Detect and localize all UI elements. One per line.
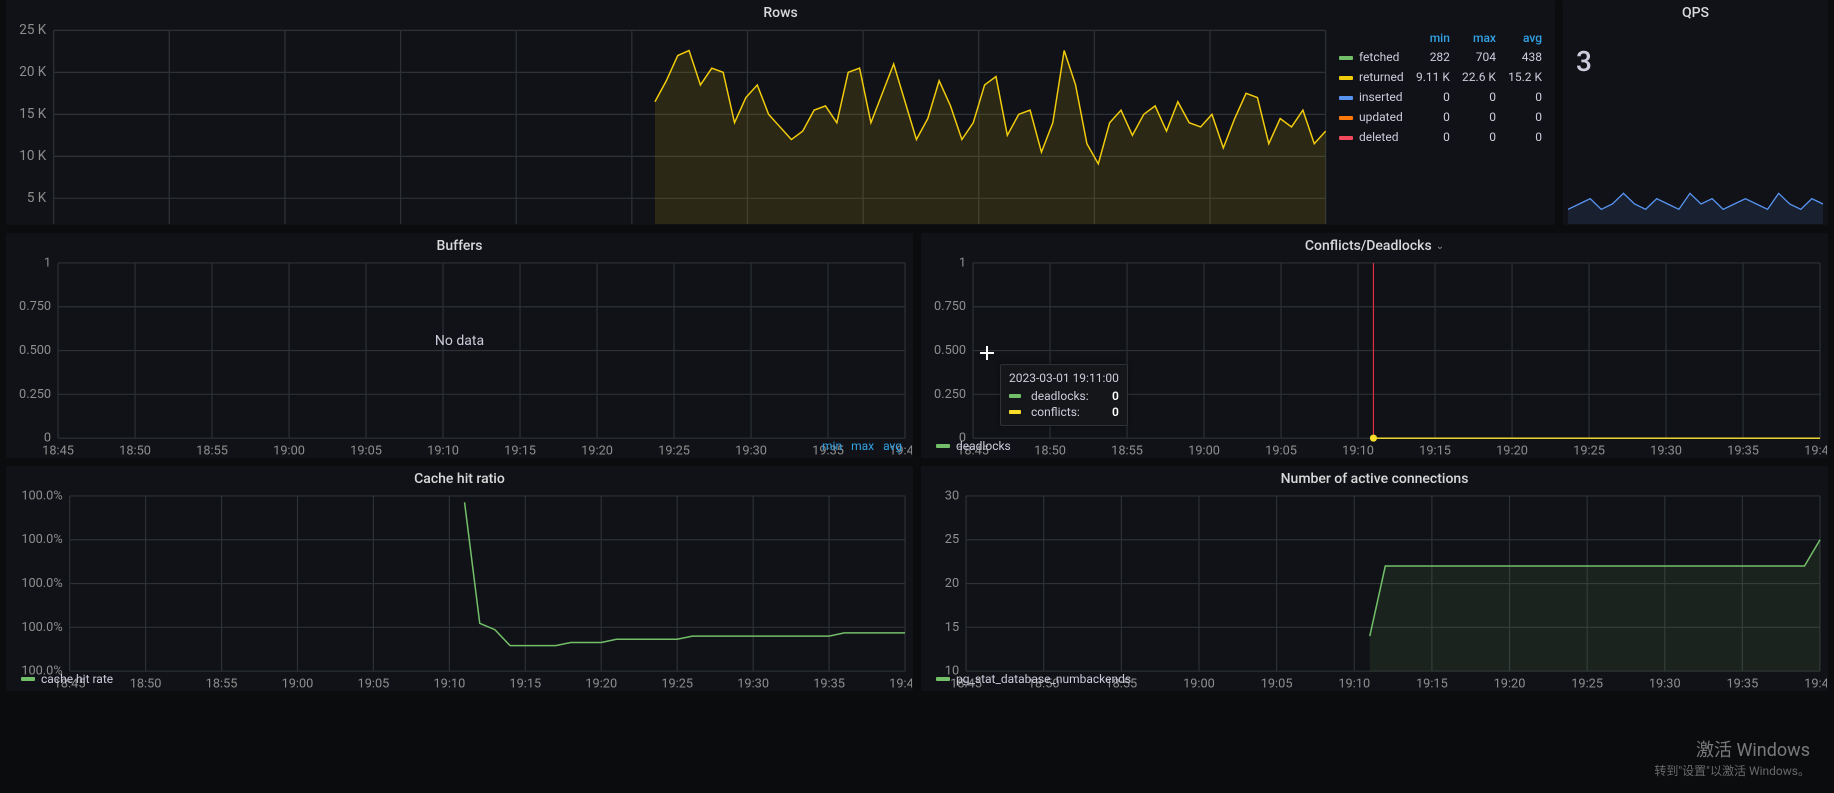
svg-text:19:10: 19:10 bbox=[1342, 443, 1374, 458]
svg-text:19:00: 19:00 bbox=[282, 676, 314, 691]
svg-text:19:30: 19:30 bbox=[737, 676, 769, 691]
no-data-label: No data bbox=[7, 333, 912, 349]
legend-row-fetched[interactable]: fetched282704438 bbox=[1333, 47, 1548, 67]
svg-text:19:25: 19:25 bbox=[1571, 676, 1603, 691]
svg-text:19:40: 19:40 bbox=[1804, 676, 1827, 691]
qps-value: 3 bbox=[1576, 45, 1827, 78]
svg-text:19:10: 19:10 bbox=[1338, 676, 1370, 691]
svg-text:18:45: 18:45 bbox=[42, 443, 74, 458]
panel-title: Buffers bbox=[7, 234, 912, 256]
legend-item-backends[interactable]: pg_stat_database_numbackends bbox=[936, 672, 1131, 686]
legend-item-deadlocks[interactable]: deadlocks bbox=[936, 439, 1011, 453]
svg-text:19:30: 19:30 bbox=[1649, 676, 1681, 691]
svg-text:25 K: 25 K bbox=[19, 23, 47, 38]
legend-item-cache[interactable]: cache hit rate bbox=[21, 672, 113, 686]
panel-connections[interactable]: Number of active connections 10152025301… bbox=[921, 466, 1828, 691]
svg-text:19:35: 19:35 bbox=[813, 676, 845, 691]
rows-plot[interactable]: 05 K10 K15 K20 K25 K18:4518:5018:5519:00… bbox=[7, 23, 1333, 225]
svg-text:1: 1 bbox=[959, 256, 966, 270]
svg-text:19:05: 19:05 bbox=[358, 676, 390, 691]
svg-text:19:20: 19:20 bbox=[585, 676, 617, 691]
svg-text:19:05: 19:05 bbox=[1265, 443, 1297, 458]
svg-text:19:15: 19:15 bbox=[509, 676, 541, 691]
svg-text:19:20: 19:20 bbox=[1496, 443, 1528, 458]
conflicts-plot[interactable]: 00.2500.5000.750118:4518:5018:5519:0019:… bbox=[922, 256, 1827, 458]
cache-plot[interactable]: 100.0%100.0%100.0%100.0%100.0%18:4518:50… bbox=[7, 489, 912, 691]
panel-title: Rows bbox=[7, 1, 1554, 23]
svg-text:19:15: 19:15 bbox=[504, 443, 536, 458]
svg-text:10 K: 10 K bbox=[19, 148, 47, 164]
svg-text:19:15: 19:15 bbox=[1419, 443, 1451, 458]
svg-text:19:35: 19:35 bbox=[1727, 676, 1759, 691]
buffers-mini-stats: min max avg bbox=[816, 439, 902, 453]
stat-min: min bbox=[822, 439, 842, 453]
svg-text:19:25: 19:25 bbox=[661, 676, 693, 691]
panel-cache[interactable]: Cache hit ratio 100.0% 100.0% 100.0% 100.0%… bbox=[6, 466, 913, 691]
svg-text:19:10: 19:10 bbox=[433, 676, 465, 691]
svg-text:19:00: 19:00 bbox=[1183, 676, 1215, 691]
legend-row-updated[interactable]: updated000 bbox=[1333, 107, 1548, 127]
svg-text:19:10: 19:10 bbox=[427, 443, 459, 458]
panel-title[interactable]: Conflicts/Deadlocks⌄ bbox=[922, 234, 1827, 256]
connections-plot[interactable]: 101520253018:4518:5018:5519:0019:0519:10… bbox=[922, 489, 1827, 691]
svg-text:0.250: 0.250 bbox=[19, 387, 51, 402]
svg-text:19:05: 19:05 bbox=[1261, 676, 1293, 691]
panel-qps[interactable]: QPS 3 bbox=[1563, 0, 1828, 225]
legend-row-returned[interactable]: returned9.11 K22.6 K15.2 K bbox=[1333, 67, 1548, 87]
svg-text:18:55: 18:55 bbox=[206, 676, 238, 691]
svg-text:18:55: 18:55 bbox=[196, 443, 228, 458]
rows-legend[interactable]: min max avg fetched282704438returned9.11… bbox=[1333, 23, 1554, 225]
svg-text:100.0%: 100.0% bbox=[21, 489, 62, 503]
legend-header-max: max bbox=[1456, 29, 1502, 47]
svg-text:19:35: 19:35 bbox=[1727, 443, 1759, 458]
svg-text:0.250: 0.250 bbox=[934, 387, 966, 402]
panel-title: QPS bbox=[1564, 1, 1827, 23]
panel-buffers[interactable]: Buffers 00.2500.5000.750118:4518:5018:55… bbox=[6, 233, 913, 458]
svg-text:19:20: 19:20 bbox=[581, 443, 613, 458]
svg-text:30: 30 bbox=[945, 489, 959, 503]
svg-text:19:00: 19:00 bbox=[273, 443, 305, 458]
legend-row-inserted[interactable]: inserted000 bbox=[1333, 87, 1548, 107]
svg-text:18:50: 18:50 bbox=[119, 443, 151, 458]
buffers-plot[interactable]: 00.2500.5000.750118:4518:5018:5519:0019:… bbox=[7, 256, 912, 458]
svg-text:19:30: 19:30 bbox=[735, 443, 767, 458]
svg-text:18:55: 18:55 bbox=[1111, 443, 1143, 458]
svg-text:19:05: 19:05 bbox=[350, 443, 382, 458]
svg-text:18:50: 18:50 bbox=[1034, 443, 1066, 458]
svg-text:100.0%: 100.0% bbox=[21, 532, 62, 547]
svg-text:25: 25 bbox=[945, 532, 959, 547]
svg-text:20: 20 bbox=[945, 576, 959, 591]
svg-text:19:40: 19:40 bbox=[889, 676, 912, 691]
panel-title: Cache hit ratio bbox=[7, 467, 912, 489]
svg-text:100.0%: 100.0% bbox=[21, 576, 62, 591]
svg-text:0.750: 0.750 bbox=[934, 299, 966, 314]
svg-text:19:30: 19:30 bbox=[1650, 443, 1682, 458]
svg-text:18:50: 18:50 bbox=[130, 676, 162, 691]
svg-text:19:25: 19:25 bbox=[1573, 443, 1605, 458]
svg-text:0.750: 0.750 bbox=[19, 299, 51, 314]
svg-text:0.500: 0.500 bbox=[934, 343, 966, 358]
svg-text:5 K: 5 K bbox=[27, 190, 47, 206]
svg-text:19:00: 19:00 bbox=[1188, 443, 1220, 458]
svg-text:100.0%: 100.0% bbox=[21, 620, 62, 635]
panel-conflicts[interactable]: Conflicts/Deadlocks⌄ 00.2500.5000.750118… bbox=[921, 233, 1828, 458]
panel-rows[interactable]: Rows 05 K10 K15 K20 K25 K18:4518:5018:55… bbox=[6, 0, 1555, 225]
legend-header-min: min bbox=[1410, 29, 1456, 47]
svg-text:15: 15 bbox=[945, 620, 959, 635]
svg-text:15 K: 15 K bbox=[19, 106, 47, 122]
chevron-down-icon[interactable]: ⌄ bbox=[1436, 241, 1444, 252]
svg-text:20 K: 20 K bbox=[19, 64, 47, 80]
svg-text:1: 1 bbox=[44, 256, 51, 270]
stat-max: max bbox=[851, 439, 874, 453]
legend-row-deleted[interactable]: deleted000 bbox=[1333, 127, 1548, 147]
svg-text:19:40: 19:40 bbox=[1804, 443, 1827, 458]
stat-avg: avg bbox=[883, 439, 902, 453]
panel-title: Number of active connections bbox=[922, 467, 1827, 489]
svg-text:19:25: 19:25 bbox=[658, 443, 690, 458]
legend-header-avg: avg bbox=[1502, 29, 1548, 47]
svg-text:19:15: 19:15 bbox=[1416, 676, 1448, 691]
svg-text:19:20: 19:20 bbox=[1494, 676, 1526, 691]
